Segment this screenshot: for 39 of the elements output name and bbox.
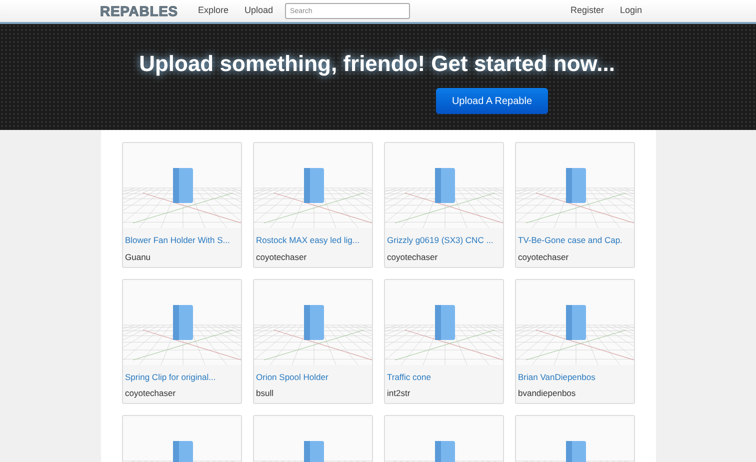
model-author: int2str: [387, 387, 412, 400]
model-title-link[interactable]: Spring Clip for original...: [125, 370, 239, 384]
model-title-link[interactable]: Rostock MAX easy led lig...: [256, 234, 370, 247]
site-logo[interactable]: REPABLES: [100, 0, 178, 22]
model-preview-drawing[interactable]: [516, 280, 634, 364]
model-title-link[interactable]: Grizzly g0619 (SX3) CNC ...: [387, 234, 501, 247]
nav-link[interactable]: Explore: [198, 4, 229, 18]
model-author: coyotechaser: [518, 250, 570, 264]
model-author: coyotechaser: [387, 250, 439, 264]
hero-headline: Upload something, friendo! Get started now...: [139, 50, 615, 78]
model-title-link[interactable]: Orion Spool Holder: [256, 370, 370, 384]
nav-link[interactable]: Upload: [244, 4, 274, 18]
upload-button[interactable]: Upload A Repable: [436, 88, 548, 114]
nav-link[interactable]: Login: [620, 4, 642, 18]
model-preview-drawing[interactable]: [254, 280, 372, 364]
nav-link[interactable]: Register: [570, 4, 604, 18]
model-card[interactable]: Traffic cone int2str: [384, 278, 504, 404]
model-author: bvandiepenbos: [518, 387, 577, 400]
model-author: bsull: [256, 387, 274, 400]
model-author: Guanu: [125, 250, 152, 264]
model-title-link[interactable]: Blower Fan Holder With S...: [125, 234, 239, 247]
model-card[interactable]: Brian VanDiepenbos bvandiepenbos: [515, 278, 635, 404]
model-preview-drawing[interactable]: [385, 280, 503, 364]
model-preview-drawing[interactable]: [123, 143, 241, 228]
model-preview-drawing[interactable]: [123, 280, 241, 364]
model-preview-drawing[interactable]: [516, 143, 634, 228]
model-title-link[interactable]: Traffic cone: [387, 370, 501, 384]
model-author: coyotechaser: [125, 387, 177, 400]
model-title-link[interactable]: Brian VanDiepenbos: [518, 370, 632, 384]
model-card[interactable]: Orion Spool Holder bsull: [253, 278, 373, 404]
model-card[interactable]: Grizzly g0619 (SX3) CNC ... coyotechaser: [384, 142, 504, 268]
model-preview-drawing[interactable]: [385, 143, 503, 228]
model-card[interactable]: Blower Fan Holder With S... Guanu: [122, 142, 242, 268]
model-author: coyotechaser: [256, 250, 308, 264]
model-preview-drawing[interactable]: [254, 143, 372, 228]
model-card[interactable]: Rostock MAX easy led lig... coyotechaser: [253, 142, 373, 268]
model-title-link[interactable]: TV-Be-Gone case and Cap.: [518, 234, 632, 247]
model-card[interactable]: Spring Clip for original... coyotechaser: [122, 278, 242, 404]
model-card[interactable]: TV-Be-Gone case and Cap. coyotechaser: [515, 142, 635, 268]
